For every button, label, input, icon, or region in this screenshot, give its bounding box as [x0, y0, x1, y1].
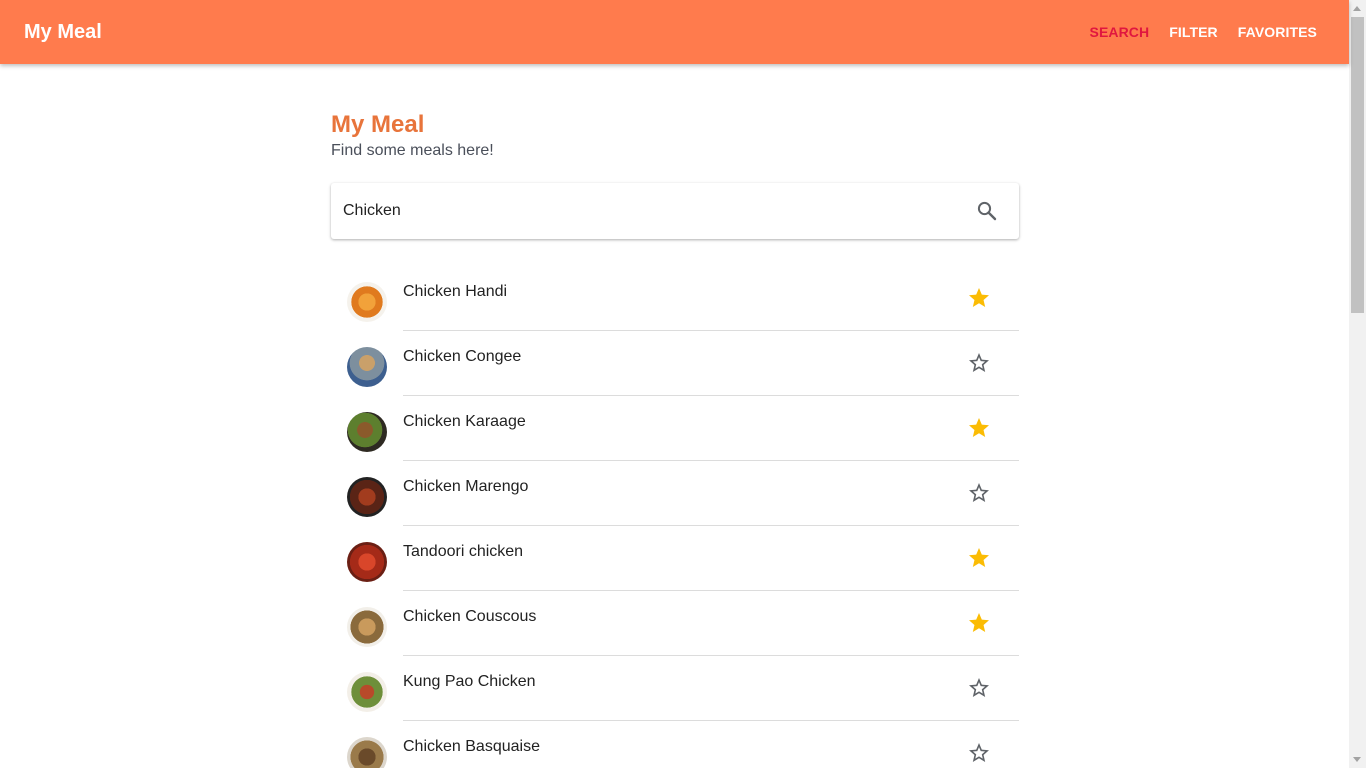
meal-thumbnail — [347, 737, 387, 768]
meal-list-item[interactable]: Kung Pao Chicken — [331, 656, 1019, 721]
meal-list-item[interactable]: Chicken Basquaise — [331, 721, 1019, 768]
search-bar — [331, 183, 1019, 239]
meal-thumbnail — [347, 412, 387, 452]
nav-filter[interactable]: FILTER — [1169, 23, 1218, 41]
meal-name[interactable]: Chicken Handi — [403, 282, 507, 302]
app-title[interactable]: My Meal — [24, 20, 102, 44]
meal-name[interactable]: Chicken Couscous — [403, 607, 536, 627]
meal-list-item[interactable]: Tandoori chicken — [331, 526, 1019, 591]
scroll-down-arrow-icon[interactable] — [1353, 757, 1361, 762]
meal-list-item[interactable]: Chicken Handi — [331, 266, 1019, 331]
meal-thumbnail — [347, 672, 387, 712]
star-filled-icon[interactable] — [967, 546, 991, 570]
meal-list: Chicken Handi Chicken Congee Chicken Karaa… — [331, 266, 1019, 768]
meal-thumbnail — [347, 347, 387, 387]
star-filled-icon[interactable] — [967, 286, 991, 310]
star-outline-icon[interactable] — [967, 741, 991, 765]
meal-list-item[interactable]: Chicken Marengo — [331, 461, 1019, 526]
meal-name[interactable]: Kung Pao Chicken — [403, 672, 536, 692]
star-outline-icon[interactable] — [967, 351, 991, 375]
meal-list-item[interactable]: Chicken Congee — [331, 331, 1019, 396]
meal-thumbnail — [347, 607, 387, 647]
main-content: My Meal Find some meals here! — [331, 110, 1019, 239]
nav-search[interactable]: SEARCH — [1090, 23, 1150, 41]
search-input[interactable] — [331, 183, 951, 239]
scrollbar-thumb[interactable] — [1351, 17, 1364, 313]
star-outline-icon[interactable] — [967, 676, 991, 700]
meal-name[interactable]: Chicken Congee — [403, 347, 521, 367]
star-filled-icon[interactable] — [967, 416, 991, 440]
meal-thumbnail — [347, 282, 387, 322]
meal-name[interactable]: Tandoori chicken — [403, 542, 523, 562]
scrollbar[interactable] — [1349, 0, 1366, 768]
page: My Meal SEARCH FILTER FAVORITES My Meal … — [0, 0, 1366, 768]
meal-list-item[interactable]: Chicken Karaage — [331, 396, 1019, 461]
page-subtitle: Find some meals here! — [331, 142, 494, 159]
meal-name[interactable]: Chicken Basquaise — [403, 737, 540, 757]
star-filled-icon[interactable] — [967, 611, 991, 635]
meal-name[interactable]: Chicken Karaage — [403, 412, 526, 432]
search-icon[interactable] — [975, 199, 999, 223]
meal-thumbnail — [347, 542, 387, 582]
nav-favorites[interactable]: FAVORITES — [1238, 23, 1317, 41]
meal-name[interactable]: Chicken Marengo — [403, 477, 528, 497]
page-title: My Meal — [331, 111, 425, 138]
star-outline-icon[interactable] — [967, 481, 991, 505]
meal-thumbnail — [347, 477, 387, 517]
app-bar: My Meal SEARCH FILTER FAVORITES — [0, 0, 1349, 64]
scroll-up-arrow-icon[interactable] — [1353, 6, 1361, 11]
top-nav: SEARCH FILTER FAVORITES — [1070, 23, 1318, 41]
meal-list-item[interactable]: Chicken Couscous — [331, 591, 1019, 656]
